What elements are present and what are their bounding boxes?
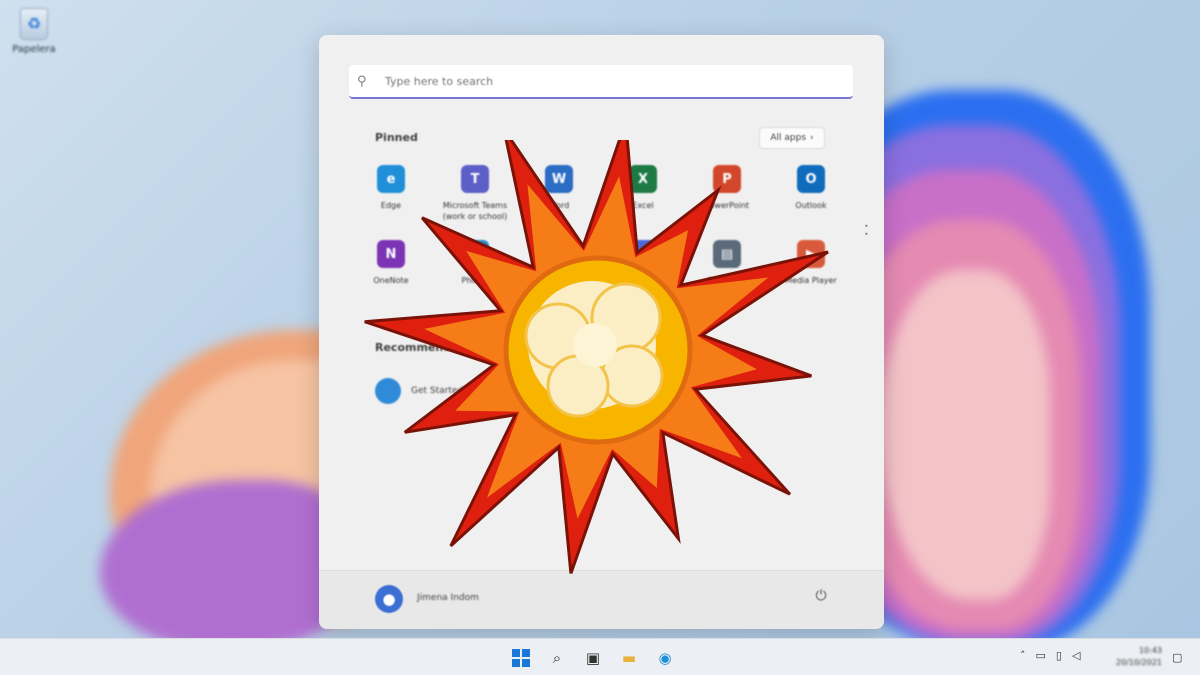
clock-date: 20/10/2021: [1115, 658, 1162, 667]
wallpaper-petal: [880, 270, 1050, 600]
desktop-icon-label: Papelera: [12, 44, 56, 55]
explosion-core: [503, 255, 693, 445]
start-button[interactable]: [508, 647, 534, 669]
system-tray: ˄ ▭ ▯ ◁: [1020, 649, 1080, 662]
taskbar: ⌕ ▣ ▬ ◉ ˄ ▭ ▯ ◁ 10:43 20/10/2021 ▢: [0, 638, 1200, 675]
task-view-icon: ▣: [585, 649, 601, 667]
search-icon: ⚲: [357, 73, 367, 89]
network-icon[interactable]: ▭: [1036, 649, 1046, 662]
clock[interactable]: 10:43 20/10/2021: [1110, 645, 1162, 669]
windows-logo-icon: [512, 649, 530, 667]
clock-time: 10:43: [1138, 646, 1162, 655]
battery-icon[interactable]: ▯: [1056, 649, 1062, 662]
desktop: ♻ Papelera ⚲ Pinned All apps › eEdgeTMic…: [0, 0, 1200, 675]
edge-button[interactable]: ◉: [652, 647, 678, 669]
folder-icon: ▬: [621, 649, 637, 667]
file-explorer-button[interactable]: ▬: [616, 647, 642, 669]
task-view-button[interactable]: ▣: [580, 647, 606, 669]
taskbar-apps: ⌕ ▣ ▬ ◉: [508, 647, 678, 669]
recycle-bin-icon: ♻: [20, 8, 48, 40]
search-icon: ⌕: [552, 649, 562, 667]
volume-icon[interactable]: ◁: [1072, 649, 1080, 662]
search-button[interactable]: ⌕: [544, 647, 570, 669]
desktop-icon-recycle-bin[interactable]: ♻ Papelera: [6, 8, 62, 55]
chevron-up-icon[interactable]: ˄: [1020, 649, 1026, 662]
search-box[interactable]: ⚲: [349, 65, 853, 99]
notifications-icon[interactable]: ▢: [1172, 651, 1182, 664]
edge-icon: ◉: [658, 649, 672, 667]
search-input[interactable]: [383, 73, 827, 89]
explosion-overlay: [364, 140, 829, 574]
